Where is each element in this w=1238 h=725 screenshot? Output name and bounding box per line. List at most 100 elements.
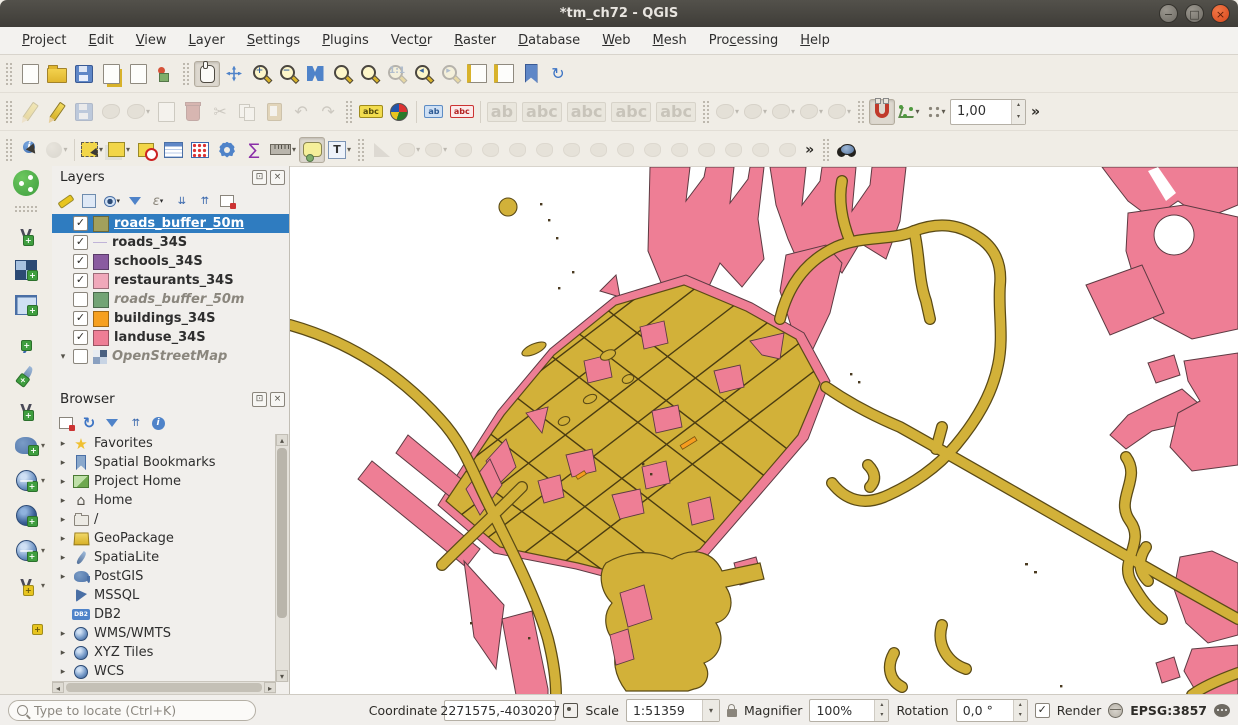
toolbar-extension-button[interactable]: » xyxy=(801,142,818,158)
magnifier-spinbox[interactable]: 100% ▴▾ xyxy=(809,699,889,722)
scroll-left-arrow[interactable]: ◂ xyxy=(52,682,64,693)
layer-row[interactable]: ✓restaurants_34S xyxy=(52,271,289,290)
menu-layer[interactable]: Layer xyxy=(179,30,235,51)
chevron-down-icon[interactable]: ▾ xyxy=(443,145,447,154)
toggle-extents-icon[interactable] xyxy=(563,703,578,718)
osm-place-search-button[interactable] xyxy=(834,137,860,163)
browser-item-wcs[interactable]: ▸WCS xyxy=(52,662,276,681)
menu-plugins[interactable]: Plugins xyxy=(312,30,379,51)
layer-checkbox[interactable]: ✓ xyxy=(73,330,88,345)
chevron-down-icon[interactable]: ▾ xyxy=(146,107,150,116)
layer-row[interactable]: ✓roads_buffer_50m xyxy=(52,214,289,233)
layer-name[interactable]: buildings_34S xyxy=(114,311,216,326)
add-postgis-layer-button[interactable]: +▾ xyxy=(11,432,41,458)
render-checkbox[interactable]: ✓ xyxy=(1035,703,1050,718)
toolbar-handle[interactable] xyxy=(822,138,830,162)
select-features-by-value-button[interactable]: ▾ xyxy=(106,137,132,163)
menu-project[interactable]: Project xyxy=(12,30,77,51)
layer-name[interactable]: roads_34S xyxy=(112,235,187,250)
crs-globe-icon[interactable] xyxy=(1108,703,1123,718)
chevron-down-icon[interactable]: ▾ xyxy=(735,107,739,116)
expander-icon[interactable]: ▸ xyxy=(58,515,68,525)
expander-icon[interactable]: ▸ xyxy=(58,629,68,639)
browser-item-db2[interactable]: DB2DB2 xyxy=(52,605,276,624)
toolbar-handle[interactable] xyxy=(5,100,13,124)
scroll-right-arrow[interactable]: ▸ xyxy=(264,682,276,693)
add-mesh-layer-button[interactable]: + xyxy=(11,292,41,318)
expand-all-button[interactable]: ⇊ xyxy=(173,193,189,209)
chevron-down-icon[interactable]: ▾ xyxy=(116,197,120,205)
select-features-button[interactable]: ▾ xyxy=(79,137,105,163)
open-project-button[interactable] xyxy=(44,61,70,87)
menu-edit[interactable]: Edit xyxy=(79,30,124,51)
text-annotation-button[interactable]: T▾ xyxy=(326,137,353,163)
scroll-up-arrow[interactable]: ▴ xyxy=(276,434,288,446)
expander-icon[interactable]: ▸ xyxy=(58,458,68,468)
map-canvas[interactable] xyxy=(290,166,1238,694)
filter-legend-by-expression-button[interactable]: ε▾ xyxy=(150,193,166,209)
add-delimited-text-layer-button[interactable]: ,+ xyxy=(11,327,41,353)
zoom-last-button[interactable]: ◂ xyxy=(410,61,436,87)
zoom-out-button[interactable]: − xyxy=(275,61,301,87)
spin-up-icon[interactable]: ▴ xyxy=(1012,100,1025,112)
spin-up-icon[interactable]: ▴ xyxy=(875,700,888,711)
data-source-manager-button[interactable] xyxy=(11,170,41,196)
layer-name[interactable]: schools_34S xyxy=(114,254,203,269)
highlight-pinned-labels-button[interactable]: abc xyxy=(448,99,476,125)
show-bookmark-manager-button[interactable] xyxy=(518,61,544,87)
browser-item-star[interactable]: ▸★Favorites xyxy=(52,434,276,453)
spin-up-icon[interactable]: ▴ xyxy=(1014,700,1027,711)
enable-snapping-button[interactable] xyxy=(869,99,895,125)
rotation-spinbox[interactable]: 0,0 ° ▴▾ xyxy=(956,699,1028,722)
menu-vector[interactable]: Vector xyxy=(381,30,442,51)
field-calculator-button[interactable] xyxy=(187,137,213,163)
layer-name[interactable]: landuse_34S xyxy=(114,330,206,345)
browser-horizontal-scrollbar[interactable]: ◂ ▸ xyxy=(52,681,276,694)
chevron-down-icon[interactable]: ▾ xyxy=(292,145,296,154)
open-layer-styling-button[interactable] xyxy=(58,193,74,209)
menu-mesh[interactable]: Mesh xyxy=(643,30,697,51)
snapping-tolerance-spinbox[interactable]: 1,00▴▾ xyxy=(950,99,1026,125)
layer-name[interactable]: restaurants_34S xyxy=(114,273,234,288)
browser-item-project-home[interactable]: ▸Project Home xyxy=(52,472,276,491)
browser-item-home[interactable]: ▸⌂Home xyxy=(52,491,276,510)
layer-name[interactable]: roads_buffer_50m xyxy=(114,216,244,231)
scrollbar-thumb[interactable] xyxy=(66,683,262,692)
toolbar-extension-button[interactable]: » xyxy=(1027,104,1044,120)
crs-status[interactable]: EPSG:3857 xyxy=(1130,703,1207,718)
expander-icon[interactable]: ▸ xyxy=(58,477,68,487)
lock-scale-icon[interactable] xyxy=(727,709,737,717)
zoom-to-layer-button[interactable] xyxy=(356,61,382,87)
measure-line-button[interactable]: ▾ xyxy=(268,137,298,163)
scrollbar-thumb[interactable] xyxy=(277,448,287,618)
show-spatial-bookmarks-button[interactable] xyxy=(491,61,517,87)
browser-item-spatialite[interactable]: ▸SpatiaLite xyxy=(52,548,276,567)
toolbar-handle[interactable] xyxy=(345,100,353,124)
toggle-editing-button[interactable] xyxy=(44,99,70,125)
save-project-button[interactable] xyxy=(71,61,97,87)
chevron-down-icon[interactable]: ▾ xyxy=(819,107,823,116)
maximize-button[interactable]: □ xyxy=(1185,4,1204,23)
toolbar-handle[interactable] xyxy=(182,62,190,86)
browser-panel-close-button[interactable]: × xyxy=(270,392,285,407)
add-selected-layers-button[interactable] xyxy=(58,415,74,431)
add-spatialite-layer-button[interactable]: + xyxy=(11,362,41,388)
browser-vertical-scrollbar[interactable]: ▴ ▾ xyxy=(275,434,289,682)
enable-topological-editing-button[interactable]: ▾ xyxy=(896,99,922,125)
map-tips-button[interactable] xyxy=(299,137,325,163)
zoom-to-selection-button[interactable] xyxy=(329,61,355,87)
pan-to-selection-button[interactable] xyxy=(221,61,247,87)
layer-name[interactable]: roads_buffer_50m xyxy=(114,292,244,307)
expander-icon[interactable]: ▸ xyxy=(58,439,68,449)
expander-icon[interactable]: ▸ xyxy=(58,496,68,506)
chevron-down-icon[interactable]: ▾ xyxy=(41,476,45,485)
menu-processing[interactable]: Processing xyxy=(699,30,788,51)
chevron-down-icon[interactable]: ▾ xyxy=(41,441,45,450)
new-spatial-bookmark-button[interactable] xyxy=(464,61,490,87)
scale-combobox[interactable]: 1:51359 ▾ xyxy=(626,699,720,722)
chevron-down-icon[interactable]: ▾ xyxy=(41,546,45,555)
toolbar-handle[interactable] xyxy=(357,138,365,162)
pan-map-button[interactable] xyxy=(194,61,220,87)
processing-toolbox-button[interactable] xyxy=(214,137,240,163)
layer-row[interactable]: ✓buildings_34S xyxy=(52,309,289,328)
